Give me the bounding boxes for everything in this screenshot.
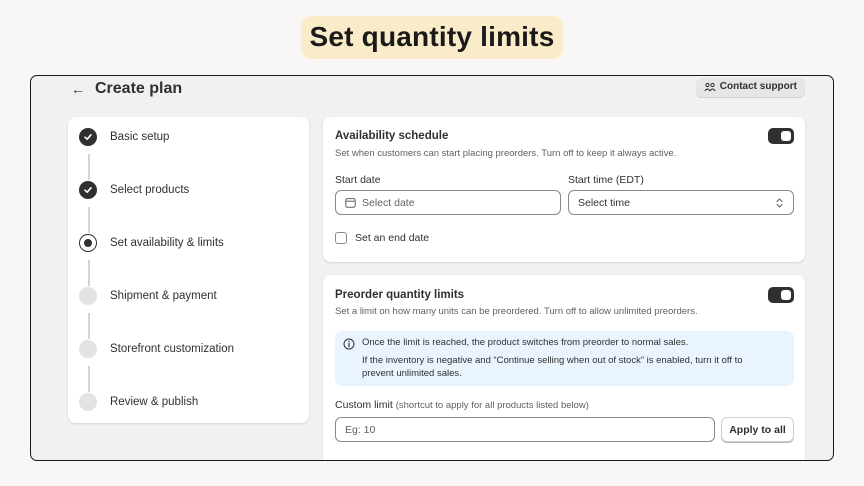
app-window: ← Create plan Contact support Basic setu… — [30, 75, 834, 461]
end-date-label: Set an end date — [355, 232, 430, 244]
calendar-icon — [345, 198, 356, 208]
pending-step-icon — [79, 287, 97, 305]
step-set-availability[interactable]: Set availability & limits — [79, 233, 299, 253]
step-select-products[interactable]: Select products — [79, 180, 299, 200]
custom-limit-hint: (shortcut to apply for all products list… — [395, 400, 589, 411]
step-connector — [88, 154, 90, 180]
info-icon — [343, 338, 355, 350]
card-description: Set a limit on how many units can be pre… — [335, 306, 698, 317]
step-connector — [88, 260, 90, 286]
custom-limit-label: Custom limit (shortcut to apply for all … — [335, 399, 589, 411]
step-connector — [88, 207, 90, 233]
step-label: Storefront customization — [110, 343, 235, 355]
custom-limit-input[interactable]: Eg: 10 — [335, 417, 715, 442]
quantity-limits-card: Preorder quantity limits Set a limit on … — [323, 275, 805, 460]
availability-toggle[interactable] — [768, 128, 794, 144]
banner-line: Once the limit is reached, the product s… — [362, 337, 689, 348]
banner-line: prevent unlimited sales. — [362, 368, 462, 379]
start-date-label: Start date — [335, 174, 381, 186]
end-date-row[interactable]: Set an end date — [335, 232, 429, 244]
start-time-select[interactable]: Select time — [568, 190, 794, 215]
start-date-input[interactable]: Select date — [335, 190, 561, 215]
step-connector — [88, 313, 90, 339]
availability-schedule-card: Availability schedule Set when customers… — [323, 117, 805, 262]
start-date-placeholder: Select date — [362, 196, 415, 209]
check-circle-icon — [79, 128, 97, 146]
pending-step-icon — [79, 340, 97, 358]
custom-limit-title: Custom limit — [335, 399, 393, 411]
headline-wrap: Set quantity limits — [0, 16, 864, 59]
step-basic-setup[interactable]: Basic setup — [79, 127, 299, 147]
step-storefront-customization[interactable]: Storefront customization — [79, 339, 299, 359]
step-connector — [88, 366, 90, 392]
info-banner: Once the limit is reached, the product s… — [335, 331, 794, 386]
arrow-left-icon[interactable]: ← — [71, 81, 85, 97]
check-circle-icon — [79, 181, 97, 199]
card-title: Preorder quantity limits — [335, 289, 465, 301]
top-bar: ← Create plan Contact support — [71, 78, 805, 100]
end-date-checkbox[interactable] — [335, 232, 347, 244]
page-title: Create plan — [95, 80, 183, 97]
contact-support-button[interactable]: Contact support — [695, 78, 805, 97]
apply-to-all-button[interactable]: Apply to all — [721, 417, 794, 442]
banner-line: If the inventory is negative and “Contin… — [362, 355, 743, 366]
step-label: Select products — [110, 184, 190, 196]
headline: Set quantity limits — [300, 16, 564, 59]
step-label: Shipment & payment — [110, 290, 217, 302]
card-description: Set when customers can start placing pre… — [335, 148, 677, 159]
select-caret-icon — [776, 198, 783, 208]
step-label: Set availability & limits — [110, 237, 224, 249]
custom-limit-placeholder: Eg: 10 — [345, 423, 376, 436]
step-label: Basic setup — [110, 131, 170, 143]
people-icon — [704, 82, 716, 91]
start-time-value: Select time — [578, 196, 630, 209]
step-review-publish[interactable]: Review & publish — [79, 392, 299, 412]
contact-support-label: Contact support — [719, 81, 797, 92]
steps-sidebar: Basic setup Select products Set availabi… — [68, 117, 309, 423]
current-step-icon — [79, 234, 97, 252]
step-shipment-payment[interactable]: Shipment & payment — [79, 286, 299, 306]
quantity-limits-toggle[interactable] — [768, 287, 794, 303]
pending-step-icon — [79, 393, 97, 411]
start-time-label: Start time (EDT) — [568, 174, 644, 186]
step-label: Review & publish — [110, 396, 199, 408]
card-title: Availability schedule — [335, 130, 449, 142]
